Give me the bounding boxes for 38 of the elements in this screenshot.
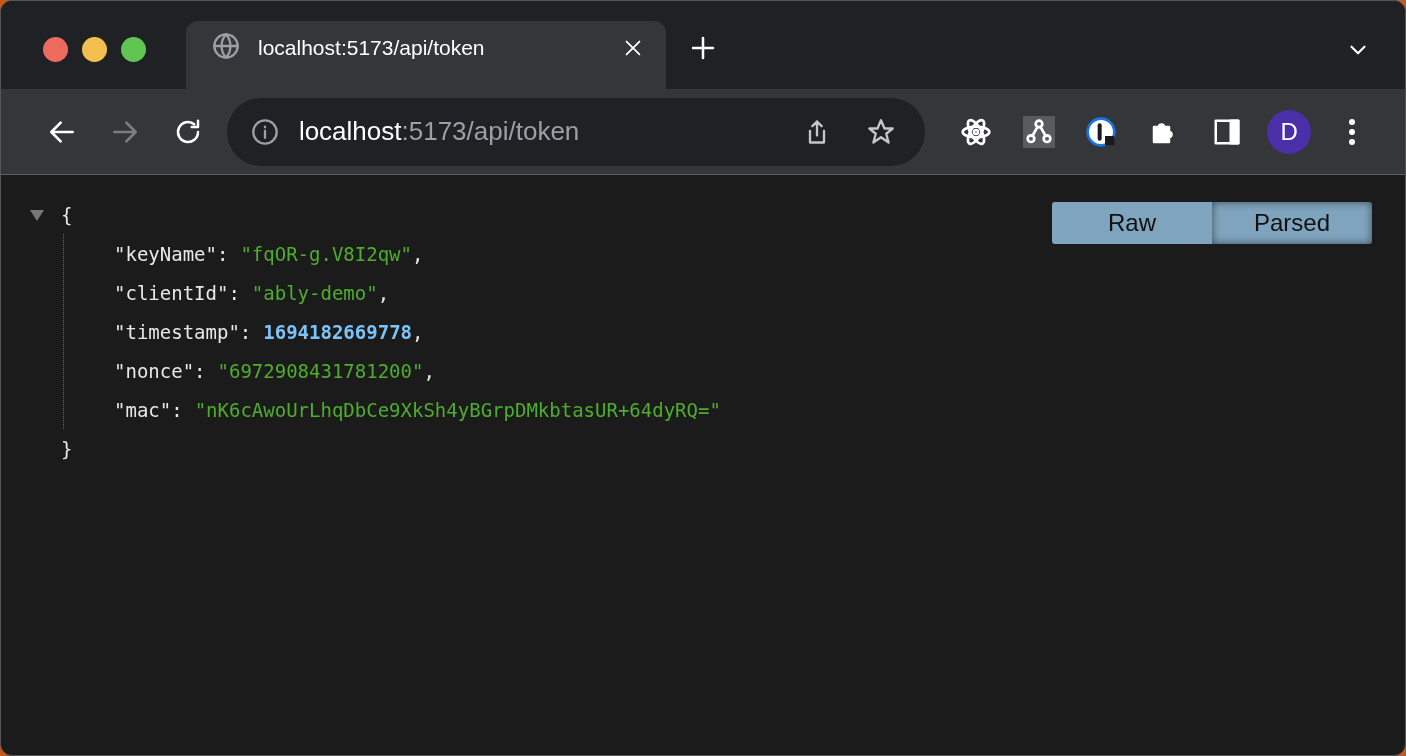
comma: , bbox=[412, 320, 424, 343]
view-toggle-button[interactable]: Parsed bbox=[1212, 202, 1372, 244]
url-text: localhost:5173/api/token bbox=[297, 116, 581, 147]
json-value: 1694182669778 bbox=[263, 320, 412, 343]
colon: : bbox=[194, 359, 206, 382]
json-value: "nK6cAwoUrLhqDbCe9XkSh4yBGrpDMkbtasUR+64dyRQ=" bbox=[194, 398, 721, 421]
json-value: "ably-demo" bbox=[251, 281, 378, 304]
colon: : bbox=[228, 281, 240, 304]
password-manager-icon[interactable] bbox=[1085, 115, 1118, 148]
info-icon[interactable] bbox=[250, 117, 279, 146]
comma: , bbox=[377, 281, 390, 304]
profile-avatar[interactable]: D bbox=[1267, 109, 1312, 154]
tab-title: localhost:5173/api/token bbox=[258, 36, 486, 60]
close-brace: } bbox=[61, 437, 73, 460]
address-bar[interactable]: localhost:5173/api/token bbox=[226, 97, 925, 166]
json-key: "keyName" bbox=[114, 242, 217, 265]
json-key: "mac" bbox=[114, 398, 172, 421]
colon: : bbox=[239, 320, 252, 343]
view-toggle-button[interactable]: Raw bbox=[1052, 202, 1212, 244]
json-key: "timestamp" bbox=[114, 320, 240, 343]
json-key: "clientId" bbox=[114, 281, 229, 304]
json-value: "fqOR-g.V8I2qw" bbox=[240, 242, 412, 265]
minimize-window-button[interactable] bbox=[82, 37, 107, 62]
collapse-triangle-icon[interactable] bbox=[29, 207, 45, 222]
globe-icon[interactable] bbox=[212, 31, 240, 60]
more-menu-icon[interactable] bbox=[1347, 117, 1356, 146]
colon: : bbox=[216, 242, 229, 265]
open-brace: { bbox=[61, 203, 73, 226]
json-value: "6972908431781200" bbox=[217, 359, 424, 382]
star-icon[interactable] bbox=[866, 117, 895, 146]
colon: : bbox=[171, 398, 183, 421]
graph-nodes-icon[interactable] bbox=[1022, 115, 1055, 148]
comma: , bbox=[423, 359, 435, 382]
browser-tab[interactable]: localhost:5173/api/token bbox=[186, 21, 666, 89]
comma: , bbox=[412, 242, 424, 265]
maximize-window-button[interactable] bbox=[121, 37, 146, 62]
json-key: "nonce" bbox=[114, 359, 195, 382]
close-window-button[interactable] bbox=[43, 37, 68, 62]
